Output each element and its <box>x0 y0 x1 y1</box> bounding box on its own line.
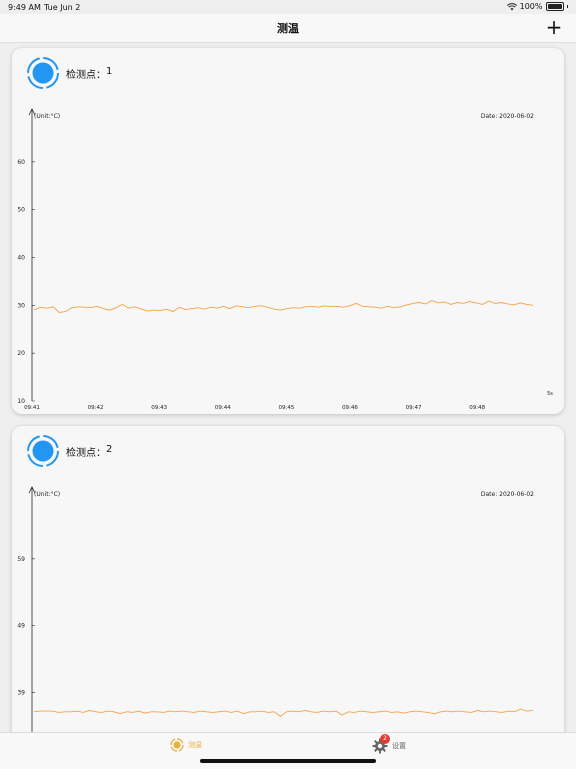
x-tick-label: 09:41 <box>24 405 40 411</box>
series-line <box>33 708 534 717</box>
date-label: Date: 2020-06-02 <box>481 113 534 120</box>
y-tick-label: 39 <box>17 689 25 696</box>
status-bar: 9:49 AM Tue Jun 2 100% <box>0 0 576 14</box>
status-date: Tue Jun 2 <box>44 3 81 12</box>
page-title: 测温 <box>277 22 299 35</box>
thermometer-icon <box>170 738 184 752</box>
y-tick-label: 49 <box>17 623 25 630</box>
nav-bar: 测温 + <box>0 14 576 43</box>
unit-label: (Unit:°C) <box>34 491 60 498</box>
y-tick-label: 40 <box>17 255 25 262</box>
x-tick-label: 09:47 <box>406 405 422 411</box>
notification-badge: 2 <box>380 734 390 744</box>
settings-icon-wrap: 2 <box>372 734 390 754</box>
battery-percent: 100% <box>519 2 543 11</box>
unit-label: (Unit:°C) <box>34 113 60 120</box>
y-tick-label: 59 <box>17 556 25 563</box>
x-tick-label: 09:48 <box>469 405 485 411</box>
tab-settings-label: 设置 <box>392 742 406 750</box>
y-tick-label: 50 <box>17 207 25 214</box>
battery-icon <box>545 2 564 11</box>
wifi-icon <box>506 2 517 10</box>
y-tick-label: 60 <box>17 159 25 166</box>
x-tick-label: 09:45 <box>278 405 294 411</box>
y-tick-label: 30 <box>17 302 25 309</box>
tab-measure[interactable]: 测温 <box>170 738 202 752</box>
series-line <box>33 300 534 313</box>
temperature-chart-1: (Unit:°C) Date: 2020-06-02 10 20 30 40 50 60 09:… <box>17 108 553 411</box>
add-button[interactable]: + <box>542 15 566 39</box>
probe-card-2[interactable]: 检测点： 2 (Unit:°C)Date: 2020-06-0229394959 <box>12 426 564 746</box>
x-tick-label: 09:43 <box>151 405 167 411</box>
probe-card-1[interactable]: 检测点： 1 (Unit:°C) Date: 2020-06-02 10 20 30 40… <box>12 48 564 414</box>
temperature-chart-2: (Unit:°C)Date: 2020-06-0229394959 <box>17 486 534 746</box>
x-axis-unit: 5s <box>547 391 553 397</box>
x-tick-label: 09:46 <box>342 405 358 411</box>
battery-tip <box>566 5 568 8</box>
x-tick-label: 09:44 <box>215 405 231 411</box>
x-tick-label: 09:42 <box>88 405 104 411</box>
tab-settings[interactable]: 2 设置 <box>372 734 406 754</box>
status-time: 9:49 AM <box>8 3 41 12</box>
status-indicators: 100% <box>506 2 568 11</box>
date-label: Date: 2020-06-02 <box>481 491 534 498</box>
tab-measure-label: 测温 <box>188 741 202 749</box>
home-indicator <box>200 759 376 763</box>
y-tick-label: 10 <box>17 398 25 405</box>
y-tick-label: 20 <box>17 350 25 357</box>
tab-bar: 测温 2 设置 <box>0 732 576 769</box>
